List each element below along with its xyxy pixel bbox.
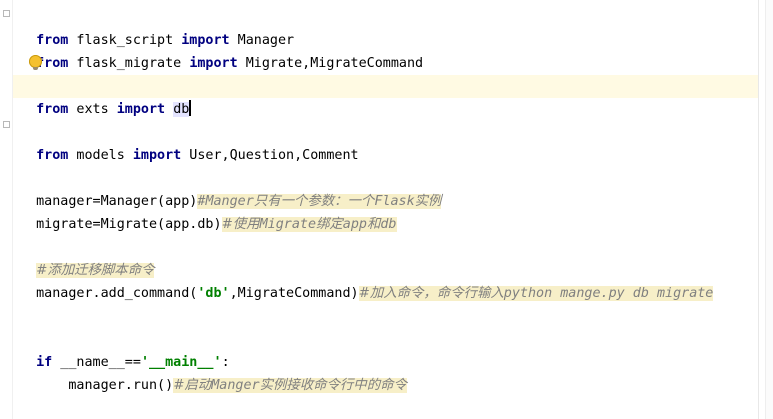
fold-marker-icon[interactable] xyxy=(3,10,10,17)
keyword: from xyxy=(36,102,69,117)
comment-part: 实例 xyxy=(414,194,442,209)
keyword: import xyxy=(116,102,166,117)
comment-part: #启动 xyxy=(173,378,212,393)
code-line[interactable]: from models import User,Question,Comment xyxy=(20,121,359,163)
code-line[interactable]: from flask_migrate import Migrate,Migrat… xyxy=(20,29,423,71)
code-line[interactable]: from mis14 import app xyxy=(20,52,205,94)
editor-gutter[interactable] xyxy=(0,0,12,419)
comment-part: 绑定 xyxy=(316,217,343,232)
import-name: Migrate,MigrateCommand xyxy=(237,56,424,71)
comment: #加入命令，命令行输入python mange.py db migrate xyxy=(358,286,714,301)
comment-part: python mange.py db migrate xyxy=(503,286,714,301)
code-line[interactable]: manager.run()#启动Manger实例接收命令行中的命令 xyxy=(20,351,407,393)
code-line[interactable]: from flask_script import Manager xyxy=(20,6,294,48)
fold-marker-icon[interactable] xyxy=(3,121,10,128)
comment: #启动Manger实例接收命令行中的命令 xyxy=(173,378,407,393)
text-caret xyxy=(189,100,192,116)
code-text: manager.run() xyxy=(68,378,174,393)
comment-part: db xyxy=(380,217,397,232)
keyword: from xyxy=(36,148,69,163)
code-line[interactable]: if __name__=='__main__': xyxy=(20,328,230,370)
keyword: import xyxy=(132,148,182,163)
code-text: migrate=Migrate(app.db) xyxy=(36,217,222,232)
comment-part: 和 xyxy=(366,217,381,232)
comment: #使用Migrate绑定app和db xyxy=(221,217,397,232)
comment-part: 实例接收命令行中的命令 xyxy=(259,378,407,393)
code-line[interactable]: #添加迁移脚本命令 xyxy=(20,236,155,278)
error-stripe[interactable] xyxy=(765,0,773,419)
code-text: manager.add_command( xyxy=(36,286,198,301)
comment-part: #使用 xyxy=(221,217,260,232)
import-name-highlighted: db xyxy=(173,102,190,117)
comment-part: Migrate xyxy=(259,217,317,232)
code-line[interactable]: migrate=Migrate(app.db)#使用Migrate绑定app和d… xyxy=(20,190,397,232)
comment-part: #加入命令，命令行输入 xyxy=(358,286,504,301)
string-literal: 'db' xyxy=(197,286,230,301)
code-line[interactable]: manager=Manager(app)#Manger只有一个参数：一个Flas… xyxy=(20,167,442,209)
code-line-current[interactable]: from exts import db xyxy=(13,75,758,117)
code-line[interactable]: manager.add_command('db',MigrateCommand)… xyxy=(20,259,714,301)
right-margin-guide xyxy=(758,0,759,419)
module-name: exts xyxy=(68,102,117,117)
code-text: ,MigrateCommand) xyxy=(229,286,359,301)
lightbulb-icon[interactable] xyxy=(29,55,42,70)
import-name: User,Question,Comment xyxy=(181,148,359,163)
comment-part: app xyxy=(342,217,367,232)
module-name: models xyxy=(68,148,133,163)
comment-part: Manger xyxy=(211,378,260,393)
